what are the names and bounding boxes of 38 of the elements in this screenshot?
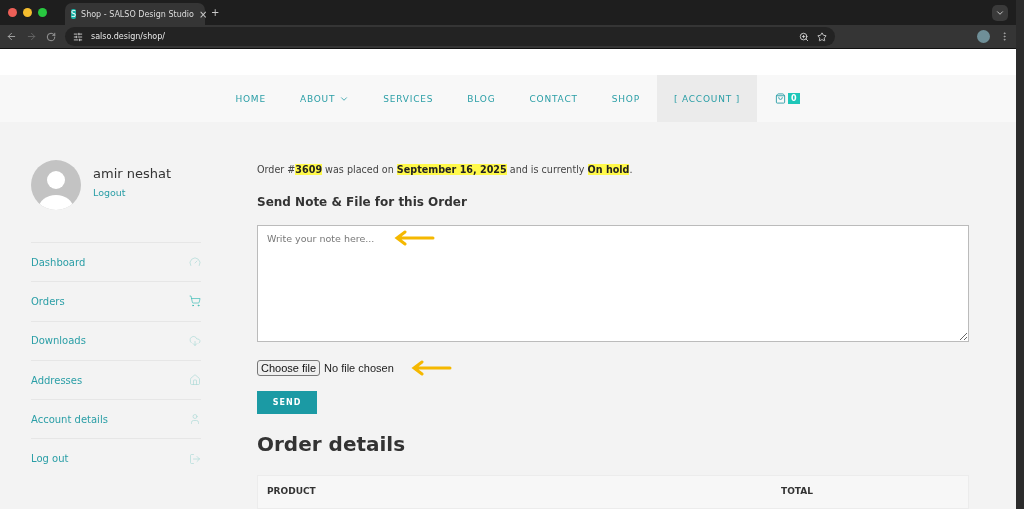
note-heading: Send Note & File for this Order: [257, 195, 468, 209]
new-tab-button[interactable]: +: [211, 7, 220, 18]
nav-link[interactable]: [ ACCOUNT ]: [656, 75, 757, 122]
sidebar-item[interactable]: Account details: [31, 399, 201, 439]
file-status: No file chosen: [324, 362, 394, 374]
user-name: amir neshat: [93, 166, 172, 181]
sidebar-item[interactable]: Dashboard: [31, 242, 201, 282]
order-status-text: Order #3609 was placed on September 16, 2025 and is currently On hold.: [257, 164, 634, 175]
order-details-heading: Order details: [257, 431, 407, 456]
zoom-icon[interactable]: [799, 31, 809, 42]
tab-list-button[interactable]: [992, 4, 1008, 21]
address-bar[interactable]: salso.design/shop/: [65, 27, 835, 46]
browser-tab[interactable]: S Shop - SALSO Design Studio ×: [65, 3, 205, 25]
choose-file-button[interactable]: Choose file: [257, 360, 321, 376]
profile-icon[interactable]: [977, 30, 990, 43]
sidebar-item[interactable]: Log out: [31, 438, 201, 478]
tab-title: Shop - SALSO Design Studio: [81, 9, 194, 19]
cart-count: 0: [788, 93, 800, 104]
bag-icon: [775, 93, 786, 104]
maximize-window-button[interactable]: [38, 8, 47, 17]
close-icon[interactable]: ×: [198, 8, 208, 20]
logout-link[interactable]: Logout: [93, 187, 172, 198]
cart-link[interactable]: 0: [757, 75, 818, 122]
minimize-window-button[interactable]: [23, 8, 32, 17]
note-field[interactable]: Write your note here...: [257, 225, 969, 342]
favicon: S: [71, 9, 77, 19]
sidebar-item[interactable]: Downloads: [31, 320, 201, 360]
column-header: TOTAL: [781, 485, 814, 498]
column-header: PRODUCT: [267, 485, 317, 498]
back-icon[interactable]: [6, 31, 17, 42]
send-button[interactable]: SEND: [257, 391, 317, 414]
reload-icon[interactable]: [46, 31, 56, 42]
close-window-button[interactable]: [8, 8, 17, 17]
sidebar-item[interactable]: Orders: [31, 281, 201, 321]
avatar: [31, 160, 81, 210]
sidebar-item[interactable]: Addresses: [31, 359, 201, 400]
bookmark-icon[interactable]: [817, 31, 827, 42]
site-settings-icon[interactable]: [73, 31, 83, 42]
